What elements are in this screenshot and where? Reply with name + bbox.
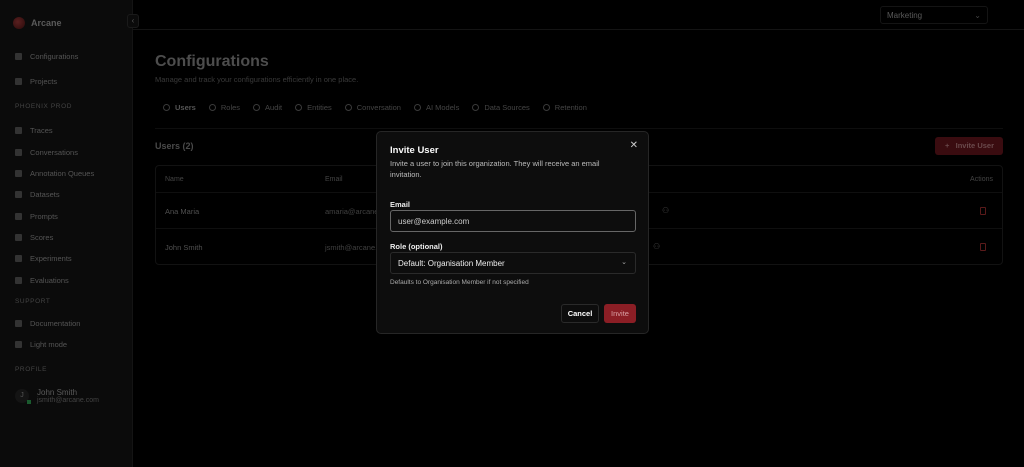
brand[interactable]: Arcane — [13, 17, 62, 29]
sidebar: Arcane ‹ Configurations Projects PHOENIX… — [0, 0, 139, 467]
sidebar-item-projects[interactable]: Projects — [15, 77, 57, 86]
trash-icon[interactable] — [980, 243, 986, 251]
sun-icon — [15, 341, 22, 348]
user-role-icon[interactable]: ⚇ — [653, 242, 660, 251]
shield-icon — [208, 104, 216, 111]
online-status-icon — [27, 400, 31, 404]
tab-audit[interactable]: Audit — [253, 103, 282, 112]
divider — [155, 128, 1003, 129]
org-select[interactable]: Marketing ⌄ — [880, 6, 988, 24]
sidebar-item-datasets[interactable]: Datasets — [15, 190, 60, 199]
sidebar-item-scores[interactable]: Scores — [15, 233, 53, 242]
dialog-description: Invite a user to join this organization.… — [390, 159, 600, 179]
column-actions: Actions — [970, 176, 993, 183]
sidebar-item-traces[interactable]: Traces — [15, 126, 53, 135]
invite-button[interactable]: Invite — [604, 304, 636, 323]
database-icon — [15, 191, 22, 198]
file-icon — [15, 213, 22, 220]
entities-icon — [295, 104, 303, 111]
brain-icon — [413, 104, 421, 111]
sidebar-item-evaluations[interactable]: Evaluations — [15, 276, 69, 285]
dialog-title: Invite User — [390, 145, 439, 156]
section-profile: PROFILE — [15, 366, 48, 373]
tab-conversation[interactable]: Conversation — [344, 103, 401, 112]
avatar: J — [15, 389, 31, 404]
section-support: SUPPORT — [15, 298, 51, 305]
tabs: Users Roles Audit Entities Conversation … — [163, 103, 587, 112]
chevron-down-icon: ⌄ — [621, 259, 627, 266]
sidebar-item-conversations[interactable]: Conversations — [15, 148, 78, 157]
users-icon — [163, 104, 170, 111]
invite-user-button[interactable]: + Invite User — [935, 137, 1003, 155]
tab-data-sources[interactable]: Data Sources — [472, 103, 530, 112]
email-label: Email — [390, 200, 411, 209]
role-select[interactable]: Default: Organisation Member ⌄ — [390, 252, 636, 274]
grid-icon — [15, 127, 22, 134]
invite-user-dialog: Invite User ✕ Invite a user to join this… — [376, 131, 649, 334]
chat-icon — [344, 104, 352, 111]
profile-menu[interactable]: J John Smith jsmith@arcane.com — [15, 385, 119, 407]
users-heading: Users (2) — [155, 141, 194, 151]
database-icon — [472, 104, 480, 111]
user-role-icon[interactable]: ⚇ — [662, 206, 669, 215]
profile-name: John Smith — [37, 388, 78, 397]
section-project[interactable]: PHOENIX PROD — [15, 103, 72, 110]
chevron-down-icon: ⌄ — [974, 11, 981, 20]
sidebar-item-light-mode[interactable]: Light mode — [15, 340, 67, 349]
file-icon — [253, 104, 261, 111]
tab-users[interactable]: Users — [163, 103, 196, 112]
tab-ai-models[interactable]: AI Models — [413, 103, 459, 112]
folder-icon — [15, 78, 22, 85]
page-title: Configurations — [155, 53, 269, 70]
close-icon[interactable]: ✕ — [630, 140, 638, 151]
app-name: Arcane — [31, 18, 62, 28]
email-field[interactable] — [390, 210, 636, 232]
calendar-edit-icon — [15, 170, 22, 177]
logo-icon — [13, 17, 25, 29]
check-square-icon — [15, 277, 22, 284]
cancel-button[interactable]: Cancel — [561, 304, 599, 323]
profile-email: jsmith@arcane.com — [37, 397, 99, 404]
role-help-text: Defaults to Organisation Member if not s… — [390, 279, 529, 286]
flask-icon — [15, 255, 22, 262]
clock-icon — [542, 104, 550, 111]
lightbulb-icon — [15, 234, 22, 241]
role-label: Role (optional) — [390, 242, 443, 251]
tab-roles[interactable]: Roles — [208, 103, 240, 112]
sidebar-item-prompts[interactable]: Prompts — [15, 212, 58, 221]
page-subtitle: Manage and track your configurations eff… — [155, 75, 359, 84]
doc-icon — [15, 320, 22, 327]
sidebar-item-annotation-queues[interactable]: Annotation Queues — [15, 169, 94, 178]
column-name: Name — [165, 176, 184, 183]
sidebar-item-configurations[interactable]: Configurations — [15, 52, 78, 61]
sidebar-item-documentation[interactable]: Documentation — [15, 319, 80, 328]
chat-icon — [15, 149, 22, 156]
tab-entities[interactable]: Entities — [295, 103, 332, 112]
gear-icon — [15, 53, 22, 60]
plus-icon: + — [945, 141, 956, 150]
trash-icon[interactable] — [980, 207, 986, 215]
tab-retention[interactable]: Retention — [542, 103, 587, 112]
column-email: Email — [325, 176, 343, 183]
sidebar-item-experiments[interactable]: Experiments — [15, 254, 72, 263]
